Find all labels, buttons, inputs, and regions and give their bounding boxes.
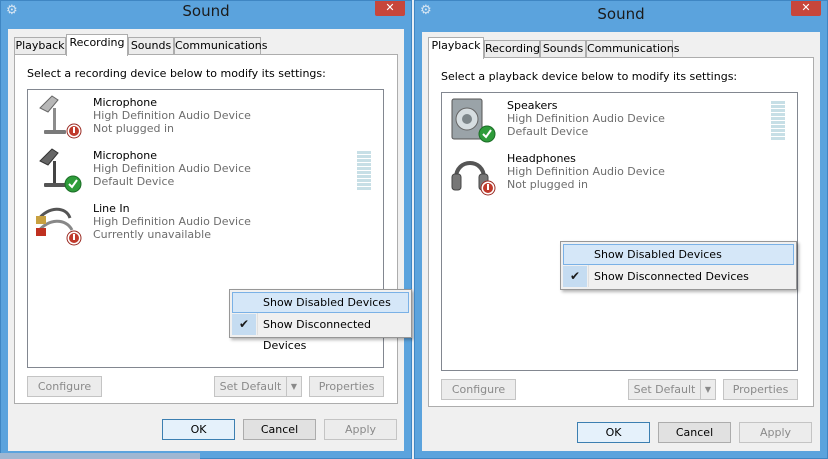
device-name: Speakers: [507, 99, 558, 112]
device-text: Microphone High Definition Audio Device …: [93, 149, 251, 188]
ok-button[interactable]: OK: [162, 419, 235, 440]
properties-button[interactable]: Properties: [309, 376, 384, 397]
device-status: Default Device: [507, 125, 589, 138]
device-status: Not plugged in: [93, 122, 175, 135]
window-title: Sound: [597, 5, 645, 23]
set-default-button[interactable]: Set Default ▼: [214, 376, 302, 397]
tab-sounds[interactable]: Sounds: [540, 40, 586, 58]
line-in-cable-icon: [36, 207, 82, 246]
device-item[interactable]: Speakers High Definition Audio Device De…: [448, 95, 778, 145]
device-name: Line In: [93, 202, 130, 215]
headphones-icon: [451, 161, 496, 196]
menu-item-label: Show Disconnected Devices: [594, 270, 749, 283]
chevron-down-icon[interactable]: ▼: [700, 380, 715, 399]
device-status: Not plugged in: [507, 178, 589, 191]
tab-playback[interactable]: Playback: [428, 37, 484, 59]
device-driver: High Definition Audio Device: [93, 162, 251, 175]
device-item[interactable]: Headphones High Definition Audio Device …: [448, 148, 778, 198]
apply-button[interactable]: Apply: [324, 419, 397, 440]
check-icon: ✔: [232, 314, 256, 335]
device-status: Currently unavailable: [93, 228, 211, 241]
device-driver: High Definition Audio Device: [507, 112, 665, 125]
close-button[interactable]: ✕: [375, 1, 405, 16]
speaker-icon: [451, 98, 496, 143]
instruction-text: Select a recording device below to modif…: [27, 67, 326, 80]
unplugged-icon: [66, 230, 82, 246]
tab-recording[interactable]: Recording: [484, 40, 540, 58]
close-icon: ✕: [385, 1, 395, 14]
dialog-client: Playback Recording Sounds Communications…: [8, 29, 404, 451]
set-default-label: Set Default: [633, 383, 696, 396]
microphone-icon: [39, 95, 82, 139]
device-item[interactable]: Line In High Definition Audio Device Cur…: [34, 198, 364, 248]
set-default-button[interactable]: Set Default ▼: [628, 379, 716, 400]
level-meter: [771, 101, 785, 141]
chevron-down-icon[interactable]: ▼: [286, 377, 301, 396]
recording-panel: Select a recording device below to modif…: [14, 54, 398, 404]
configure-button[interactable]: Configure: [441, 379, 516, 400]
device-driver: High Definition Audio Device: [93, 109, 251, 122]
tab-recording[interactable]: Recording: [66, 34, 128, 56]
device-name: Microphone: [93, 96, 158, 109]
default-check-icon: [64, 175, 82, 193]
sound-dialog-playback: ⚙ Sound ✕ Playback Recording Sounds Comm…: [414, 0, 828, 459]
show-disabled-devices-item[interactable]: Show Disabled Devices: [232, 292, 409, 313]
device-driver: High Definition Audio Device: [93, 215, 251, 228]
properties-button[interactable]: Properties: [723, 379, 798, 400]
device-name: Headphones: [507, 152, 576, 165]
device-status: Default Device: [93, 175, 175, 188]
playback-panel: Select a playback device below to modify…: [428, 57, 814, 407]
close-button[interactable]: ✕: [791, 1, 821, 16]
cancel-button[interactable]: Cancel: [658, 422, 731, 443]
sound-dialog-recording: ⚙ Sound ✕ Playback Recording Sounds Comm…: [0, 0, 412, 459]
instruction-text: Select a playback device below to modify…: [441, 70, 738, 83]
device-text: Headphones High Definition Audio Device …: [507, 152, 665, 191]
device-text: Microphone High Definition Audio Device …: [93, 96, 251, 135]
device-list[interactable]: Speakers High Definition Audio Device De…: [441, 92, 798, 371]
unplugged-icon: [66, 123, 82, 139]
device-driver: High Definition Audio Device: [507, 165, 665, 178]
device-name: Microphone: [93, 149, 158, 162]
title-bar[interactable]: ⚙ Sound ✕: [415, 1, 827, 23]
level-meter: [357, 151, 371, 191]
device-text: Line In High Definition Audio Device Cur…: [93, 202, 251, 241]
context-menu: Show Disabled Devices ✔ Show Disconnecte…: [229, 289, 412, 352]
cancel-button[interactable]: Cancel: [243, 419, 316, 440]
taskbar-strip: [0, 453, 200, 459]
check-icon: ✔: [563, 266, 587, 287]
title-bar[interactable]: ⚙ Sound ✕: [1, 1, 411, 23]
tab-playback[interactable]: Playback: [14, 37, 66, 55]
set-default-label: Set Default: [219, 380, 282, 393]
context-menu: Show Disabled Devices ✔ Show Disconnecte…: [560, 241, 797, 290]
apply-button[interactable]: Apply: [739, 422, 812, 443]
device-text: Speakers High Definition Audio Device De…: [507, 99, 665, 138]
device-item[interactable]: Microphone High Definition Audio Device …: [34, 92, 364, 142]
microphone-icon: [39, 148, 82, 193]
configure-button[interactable]: Configure: [27, 376, 102, 397]
tab-communications[interactable]: Communications: [586, 40, 679, 58]
unplugged-icon: [480, 180, 496, 196]
ok-button[interactable]: OK: [577, 422, 650, 443]
device-item[interactable]: Microphone High Definition Audio Device …: [34, 145, 364, 195]
show-disconnected-devices-item[interactable]: ✔ Show Disconnected Devices: [232, 314, 409, 352]
tab-communications[interactable]: Communications: [174, 37, 267, 55]
tab-sounds[interactable]: Sounds: [128, 37, 174, 55]
show-disabled-devices-item[interactable]: Show Disabled Devices: [563, 244, 794, 265]
close-icon: ✕: [801, 1, 811, 14]
window-title: Sound: [182, 2, 230, 20]
show-disconnected-devices-item[interactable]: ✔ Show Disconnected Devices: [563, 266, 794, 287]
default-check-icon: [478, 125, 496, 143]
